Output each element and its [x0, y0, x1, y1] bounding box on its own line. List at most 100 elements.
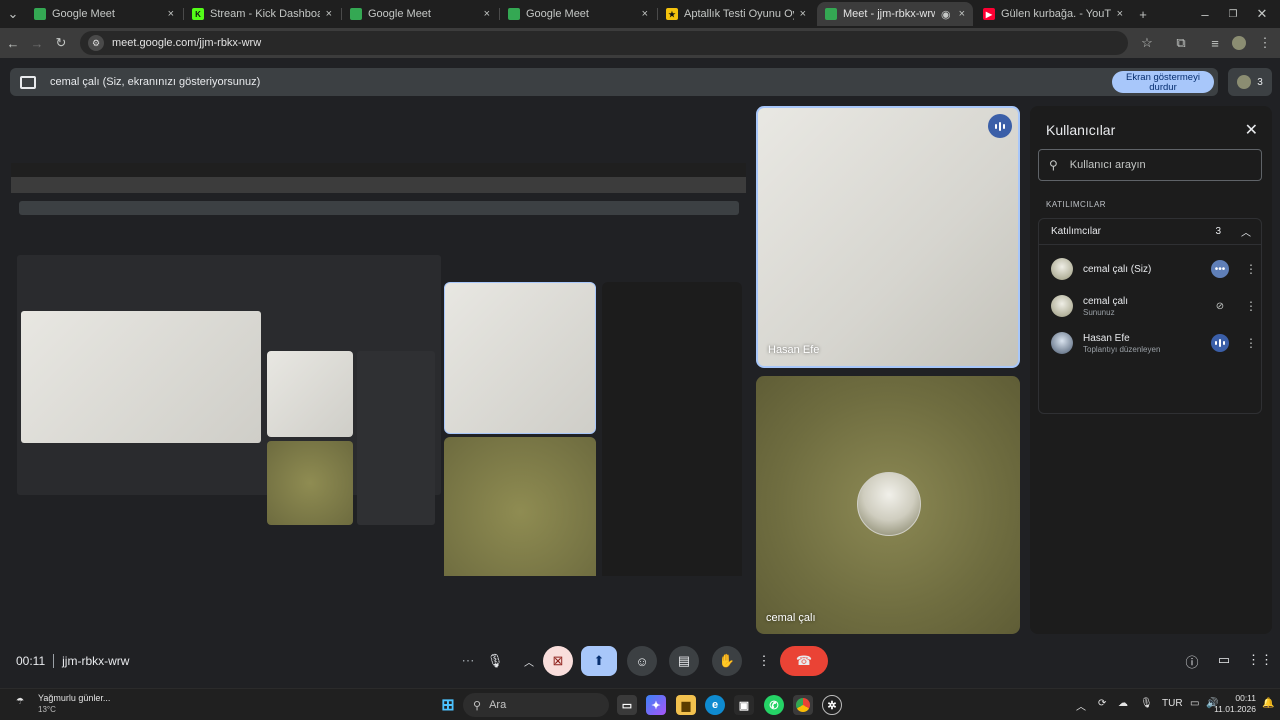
task-view-icon[interactable]: ▭: [617, 695, 637, 715]
store-icon[interactable]: ▣: [734, 695, 754, 715]
notification-bell-icon[interactable]: 🔔: [1262, 698, 1274, 709]
tile-name: Hasan Efe: [768, 344, 820, 356]
windows-start-icon[interactable]: ⊞: [438, 695, 458, 715]
raise-hand-button[interactable]: ✋: [712, 646, 742, 676]
tab-3[interactable]: Google Meet ×: [342, 2, 498, 26]
reload-icon[interactable]: ↻: [52, 34, 70, 52]
language-indicator[interactable]: TUR: [1162, 698, 1183, 709]
browser-tab-bar: ⌄ Google Meet × K Stream - Kick Dashboar…: [0, 0, 1280, 28]
more-dots-icon[interactable]: •••: [1211, 260, 1229, 278]
tab-4[interactable]: Google Meet ×: [500, 2, 656, 26]
search-icon: ⚲: [473, 699, 482, 712]
site-info-icon[interactable]: ⚙: [88, 35, 104, 51]
tab-title: Meet - jjm-rbkx-wrw: [843, 8, 935, 20]
tab-6-active[interactable]: Meet - jjm-rbkx-wrw ◉ ×: [817, 2, 973, 26]
shared-nested-window: [21, 311, 261, 443]
camera-off-button[interactable]: ⊠: [543, 646, 573, 676]
participants-button[interactable]: 3: [1228, 68, 1272, 96]
present-screen-button[interactable]: ⬆: [581, 646, 617, 676]
chrome-icon[interactable]: [793, 695, 813, 715]
close-icon[interactable]: ✕: [1245, 120, 1258, 140]
browser-menu-icon[interactable]: ⋮: [1256, 34, 1274, 52]
participant-count: 3: [1257, 76, 1263, 88]
shared-screen-toolbar: [11, 177, 746, 193]
panel-title: Kullanıcılar: [1046, 122, 1116, 138]
weather-widget[interactable]: ☂ Yağmurlu günler... 13°C: [16, 693, 110, 714]
emoji-reactions-button[interactable]: ☺: [627, 646, 657, 676]
meeting-info: 00:11 jjm-rbkx-wrw: [16, 654, 129, 668]
captions-button[interactable]: ▤: [669, 646, 699, 676]
more-vert-icon[interactable]: ⋮: [1245, 262, 1257, 276]
forward-icon[interactable]: →: [28, 34, 46, 52]
mic-tray-icon[interactable]: 🎙: [1140, 698, 1153, 709]
media-control-icon[interactable]: ≡: [1206, 34, 1224, 52]
participant-role: Sununuz: [1083, 307, 1115, 317]
chatgpt-icon[interactable]: ✲: [822, 695, 842, 715]
back-icon[interactable]: ←: [4, 34, 22, 52]
avatar: [857, 472, 921, 536]
rain-cloud-icon: ☂: [16, 695, 25, 706]
avatar: [1051, 295, 1073, 317]
tab-1[interactable]: Google Meet ×: [26, 2, 182, 26]
close-tab-icon[interactable]: ×: [484, 8, 490, 20]
system-clock[interactable]: 00:11 11.01.2026: [1214, 693, 1256, 715]
profile-avatar[interactable]: [1230, 34, 1248, 52]
chevron-up-icon[interactable]: ︿: [1241, 224, 1251, 239]
chat-icon[interactable]: ▭: [1215, 652, 1233, 670]
video-tile-cemal[interactable]: cemal çalı: [756, 376, 1020, 634]
restore-icon[interactable]: ❐: [1224, 5, 1242, 23]
more-vert-icon[interactable]: ⋮: [1245, 299, 1257, 313]
cloud-icon[interactable]: ☁: [1118, 698, 1128, 709]
minimize-icon[interactable]: –: [1196, 5, 1214, 23]
tile-name: cemal çalı: [766, 612, 816, 624]
participants-group-header[interactable]: Katılımcılar 3 ︿: [1039, 219, 1261, 245]
video-tile-hasan[interactable]: Hasan Efe: [756, 106, 1020, 368]
shared-nested-tile: [267, 441, 353, 525]
file-explorer-icon[interactable]: ▆: [676, 695, 696, 715]
display-icon[interactable]: ▭: [1190, 698, 1199, 709]
more-vert-icon[interactable]: ⋮: [1245, 336, 1257, 350]
address-bar[interactable]: ⚙ meet.google.com/jjm-rbkx-wrw: [80, 31, 1128, 55]
close-tab-icon[interactable]: ×: [800, 8, 806, 20]
mic-button[interactable]: 🎙: [480, 646, 510, 676]
close-tab-icon[interactable]: ×: [642, 8, 648, 20]
tab-title: Google Meet: [368, 8, 431, 20]
end-call-button[interactable]: ☎: [780, 646, 828, 676]
activities-grid-icon[interactable]: ⋮⋮: [1247, 652, 1273, 670]
participant-row[interactable]: cemal çalı Sununuz ⊘ ⋮: [1051, 292, 1257, 320]
close-tab-icon[interactable]: ×: [326, 8, 332, 20]
stop-presenting-button[interactable]: Ekran göstermeyi durdur: [1112, 71, 1214, 93]
mic-options-chevron-icon[interactable]: ︿: [517, 646, 541, 676]
participant-row[interactable]: cemal çalı (Siz) ••• ⋮: [1051, 255, 1257, 283]
tab-search-icon[interactable]: ⌄: [4, 5, 22, 23]
copilot-icon[interactable]: ✦: [646, 695, 666, 715]
people-search-input[interactable]: ⚲ Kullanıcı arayın: [1038, 149, 1262, 181]
clock-time: 00:11: [1235, 693, 1256, 703]
participant-row[interactable]: Hasan Efe Toplantıyı düzenleyen ⋮: [1051, 329, 1257, 357]
tab-title: Aptallık Testi Oyunu Oyna: [684, 8, 794, 20]
more-options-icon[interactable]: ⋮: [749, 646, 779, 676]
close-tab-icon[interactable]: ×: [1117, 8, 1123, 20]
whatsapp-icon[interactable]: ✆: [764, 695, 784, 715]
meeting-time: 00:11: [16, 654, 46, 668]
participant-name: cemal çalı: [1083, 295, 1129, 307]
extensions-icon[interactable]: ⧉: [1172, 34, 1190, 52]
window-close-icon[interactable]: ✕: [1253, 5, 1271, 23]
shared-nested-tile: [267, 351, 353, 437]
chevron-up-icon[interactable]: ︿: [1076, 698, 1086, 713]
edge-icon[interactable]: e: [705, 695, 725, 715]
bookmark-star-icon[interactable]: ☆: [1138, 34, 1156, 52]
meet-area: cemal çalı (Siz, ekranınızı gösteriyorsu…: [0, 58, 1280, 688]
close-tab-icon[interactable]: ×: [959, 8, 965, 20]
mic-off-icon[interactable]: ⊘: [1211, 297, 1229, 315]
new-tab-icon[interactable]: +: [1134, 5, 1152, 23]
tab-5[interactable]: ★ Aptallık Testi Oyunu Oyna ×: [658, 2, 814, 26]
sync-icon[interactable]: ⟳: [1098, 698, 1106, 709]
tab-7[interactable]: ▶ Gülen kurbağa. - YouTube ×: [975, 2, 1131, 26]
meeting-details-icon[interactable]: ⓘ: [1183, 652, 1201, 670]
tab-2[interactable]: K Stream - Kick Dashboard ×: [184, 2, 340, 26]
taskbar-search[interactable]: ⚲ Ara: [463, 693, 609, 717]
more-dots-icon[interactable]: ⋯: [453, 646, 483, 676]
close-tab-icon[interactable]: ×: [168, 8, 174, 20]
shared-screen-preview: [11, 163, 746, 576]
